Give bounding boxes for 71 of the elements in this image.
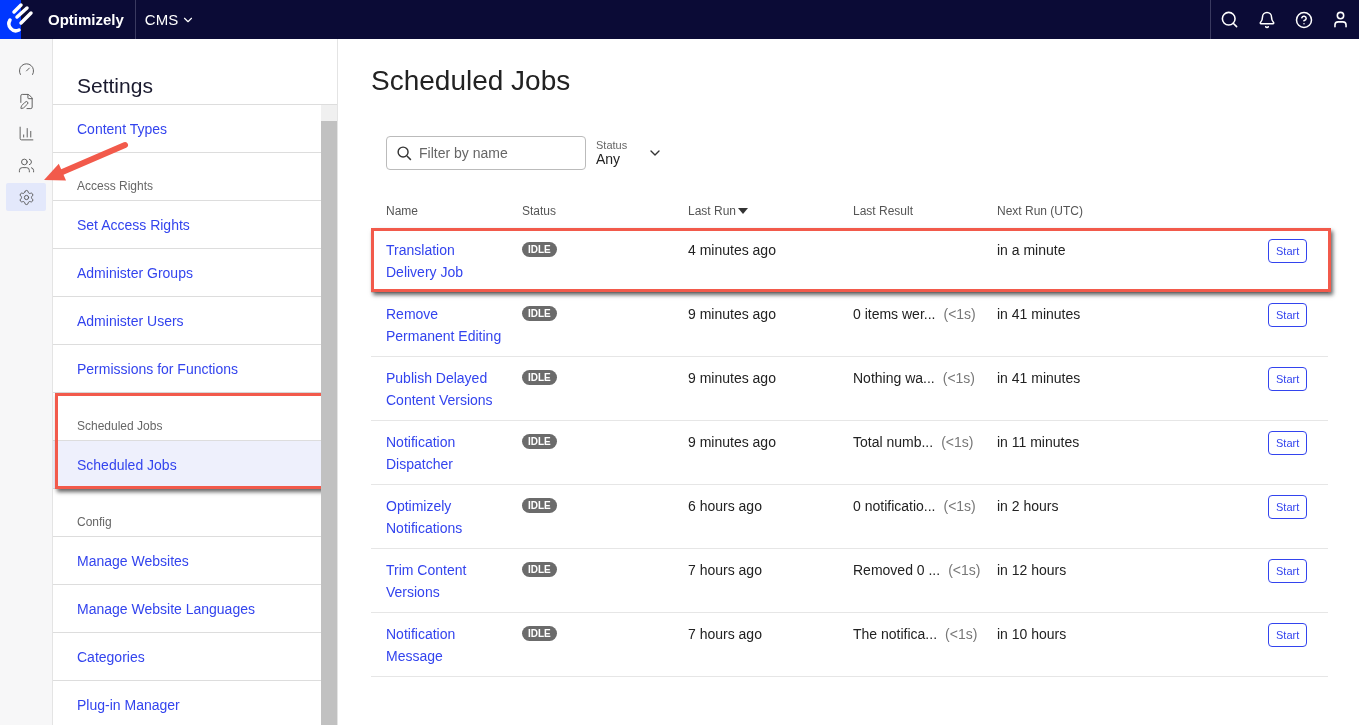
status-badge: IDLE xyxy=(522,498,557,513)
last-result-text: Removed 0 ... xyxy=(853,561,941,580)
status-badge: IDLE xyxy=(522,434,557,449)
next-run-text: in 10 hours xyxy=(997,625,1068,644)
job-name-link[interactable]: Trim Content Versions xyxy=(386,559,504,603)
duration-text: (<1s) xyxy=(942,369,975,388)
rail-tab[interactable] xyxy=(6,183,46,211)
job-name-link[interactable]: Remove Permanent Editing xyxy=(386,303,504,347)
column-header[interactable]: Last Run xyxy=(688,200,853,222)
last-run-text: 4 minutes ago xyxy=(688,241,777,260)
column-header[interactable]: Next Run (UTC) xyxy=(997,200,1268,222)
column-header[interactable]: Status xyxy=(522,200,688,222)
last-run-text: 6 hours ago xyxy=(688,497,763,516)
next-run-text: in 12 hours xyxy=(997,561,1068,580)
user-icon xyxy=(1331,10,1350,29)
duration-text: (<1s) xyxy=(945,625,978,644)
status-dropdown[interactable]: Status Any xyxy=(596,139,664,167)
search-icon xyxy=(1220,10,1239,29)
status-badge: IDLE xyxy=(522,562,557,577)
job-name-link[interactable]: Optimizely Notifications xyxy=(386,495,504,539)
start-button[interactable]: Start xyxy=(1268,495,1308,519)
duration-text: (<1s) xyxy=(943,305,976,324)
status-badge: IDLE xyxy=(522,242,557,257)
last-result-text: 0 notificatio... xyxy=(853,497,936,516)
duration-text: (<1s) xyxy=(948,561,981,580)
chart-icon xyxy=(17,124,35,142)
brand-name: Optimizely xyxy=(48,11,124,28)
job-name-link[interactable]: Notification Dispatcher xyxy=(386,431,504,475)
last-result-text: Nothing wa... xyxy=(853,369,935,388)
status-badge: IDLE xyxy=(522,626,557,641)
next-run-text: in a minute xyxy=(997,241,1067,260)
users-icon xyxy=(17,156,35,174)
job-name-link[interactable]: Translation Delivery Job xyxy=(386,239,504,283)
scrollbar[interactable] xyxy=(321,105,337,725)
last-run-text: 9 minutes ago xyxy=(688,305,777,324)
product-menu[interactable]: CMS xyxy=(144,11,196,28)
last-result-text: The notifica... xyxy=(853,625,938,644)
start-button[interactable]: Start xyxy=(1268,559,1308,583)
settings-icon xyxy=(17,188,35,206)
duration-text: (<1s) xyxy=(941,433,974,452)
status-badge: IDLE xyxy=(522,306,557,321)
start-button[interactable]: Start xyxy=(1268,431,1308,455)
duration-text: (<1s) xyxy=(943,497,976,516)
last-result-text: 0 items wer... xyxy=(853,305,936,324)
next-run-text: in 41 minutes xyxy=(997,305,1082,324)
last-run-text: 7 hours ago xyxy=(688,625,763,644)
last-run-text: 9 minutes ago xyxy=(688,369,777,388)
column-header[interactable]: Last Result xyxy=(853,200,997,222)
start-button[interactable]: Start xyxy=(1268,623,1308,647)
next-run-text: in 11 minutes xyxy=(997,433,1081,452)
column-header[interactable]: Name xyxy=(386,200,522,222)
panel-title: Settings xyxy=(77,74,154,99)
next-run-text: in 2 hours xyxy=(997,497,1060,516)
start-button[interactable]: Start xyxy=(1268,239,1308,263)
start-button[interactable]: Start xyxy=(1268,303,1308,327)
gauge-icon xyxy=(17,60,35,78)
last-run-text: 9 minutes ago xyxy=(688,433,777,452)
settings-link[interactable]: Scheduled Jobs xyxy=(53,441,321,489)
last-result-text: Total numb... xyxy=(853,433,934,452)
search-icon xyxy=(396,145,413,162)
job-name-link[interactable]: Publish Delayed Content Versions xyxy=(386,367,504,411)
status-badge: IDLE xyxy=(522,370,557,385)
bell-icon xyxy=(1257,10,1276,29)
page-title: Scheduled Jobs xyxy=(371,65,572,97)
start-button[interactable]: Start xyxy=(1268,367,1308,391)
next-run-text: in 41 minutes xyxy=(997,369,1082,388)
job-name-link[interactable]: Notification Message xyxy=(386,623,504,667)
edit-icon xyxy=(17,92,35,110)
help-icon xyxy=(1294,10,1313,29)
last-run-text: 7 hours ago xyxy=(688,561,763,580)
filter-field[interactable]: Filter by name xyxy=(386,136,586,170)
